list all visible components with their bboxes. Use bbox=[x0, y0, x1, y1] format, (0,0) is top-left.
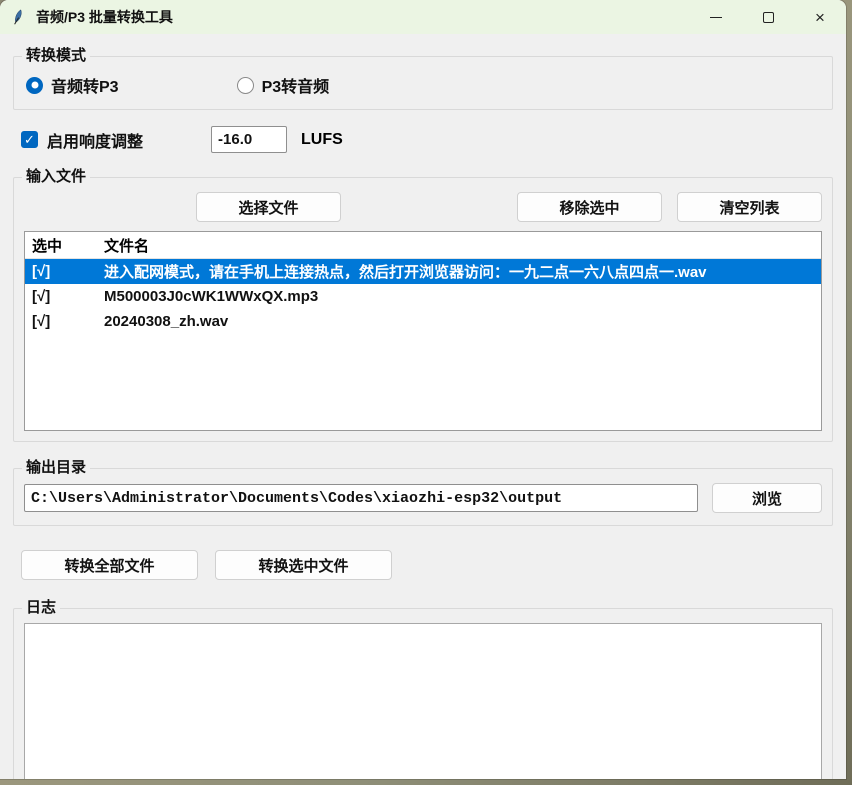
log-textarea[interactable] bbox=[24, 623, 822, 779]
app-window: 音频/P3 批量转换工具 × 转换模式 音频转P3 P3转音频 bbox=[0, 0, 846, 779]
loudness-checkbox[interactable]: ✓ bbox=[21, 131, 38, 148]
mode-groupbox: 转换模式 音频转P3 P3转音频 bbox=[13, 56, 833, 110]
table-row[interactable]: [√] 进入配网模式，请在手机上连接热点，然后打开浏览器访问：一九二点一六八点四… bbox=[25, 259, 821, 284]
clear-list-button[interactable]: 清空列表 bbox=[677, 192, 822, 222]
window-title: 音频/P3 批量转换工具 bbox=[36, 7, 173, 27]
output-dir-input[interactable] bbox=[24, 484, 698, 512]
column-header-checked[interactable]: 选中 bbox=[25, 235, 102, 256]
remove-selected-button[interactable]: 移除选中 bbox=[517, 192, 662, 222]
log-groupbox: 日志 bbox=[13, 608, 833, 779]
minimize-icon bbox=[710, 17, 722, 18]
convert-all-button[interactable]: 转换全部文件 bbox=[21, 550, 198, 580]
row-check-mark: [√] bbox=[25, 313, 102, 330]
radio-p3-to-audio[interactable]: P3转音频 bbox=[237, 73, 330, 97]
lufs-value-input[interactable] bbox=[211, 126, 287, 153]
close-button[interactable]: × bbox=[794, 0, 846, 34]
file-table-header: 选中 文件名 bbox=[25, 232, 821, 259]
maximize-button[interactable] bbox=[742, 0, 794, 34]
mode-group-label: 转换模式 bbox=[22, 47, 90, 65]
loudness-checkbox-label[interactable]: 启用响度调整 bbox=[47, 128, 143, 152]
close-icon: × bbox=[815, 9, 825, 26]
feather-app-icon bbox=[10, 9, 26, 25]
input-files-groupbox: 输入文件 选择文件 移除选中 清空列表 选中 文件名 [√] 进入配网模式，请在… bbox=[13, 177, 833, 442]
output-dir-label: 输出目录 bbox=[22, 459, 90, 477]
row-filename: 20240308_zh.wav bbox=[102, 313, 821, 330]
log-label: 日志 bbox=[22, 599, 60, 617]
radio-selected-icon bbox=[26, 77, 43, 94]
row-filename: 进入配网模式，请在手机上连接热点，然后打开浏览器访问：一九二点一六八点四点一.w… bbox=[102, 261, 821, 282]
browse-button[interactable]: 浏览 bbox=[712, 483, 822, 513]
radio-audio-to-p3-label: 音频转P3 bbox=[51, 73, 119, 97]
row-check-mark: [√] bbox=[25, 288, 102, 305]
radio-p3-to-audio-label: P3转音频 bbox=[262, 73, 330, 97]
row-check-mark: [√] bbox=[25, 263, 102, 280]
minimize-button[interactable] bbox=[690, 0, 742, 34]
file-table[interactable]: 选中 文件名 [√] 进入配网模式，请在手机上连接热点，然后打开浏览器访问：一九… bbox=[24, 231, 822, 431]
table-row[interactable]: [√] M500003J0cWK1WWxQX.mp3 bbox=[25, 284, 821, 309]
choose-files-button[interactable]: 选择文件 bbox=[196, 192, 341, 222]
input-files-label: 输入文件 bbox=[22, 168, 90, 186]
maximize-icon bbox=[763, 12, 774, 23]
row-filename: M500003J0cWK1WWxQX.mp3 bbox=[102, 288, 821, 305]
titlebar[interactable]: 音频/P3 批量转换工具 × bbox=[0, 0, 846, 34]
radio-audio-to-p3[interactable]: 音频转P3 bbox=[26, 73, 119, 97]
column-header-filename[interactable]: 文件名 bbox=[102, 235, 821, 256]
table-row[interactable]: [√] 20240308_zh.wav bbox=[25, 309, 821, 334]
radio-unselected-icon bbox=[237, 77, 254, 94]
output-dir-groupbox: 输出目录 浏览 bbox=[13, 468, 833, 526]
lufs-unit-label: LUFS bbox=[301, 131, 343, 149]
convert-selected-button[interactable]: 转换选中文件 bbox=[215, 550, 392, 580]
